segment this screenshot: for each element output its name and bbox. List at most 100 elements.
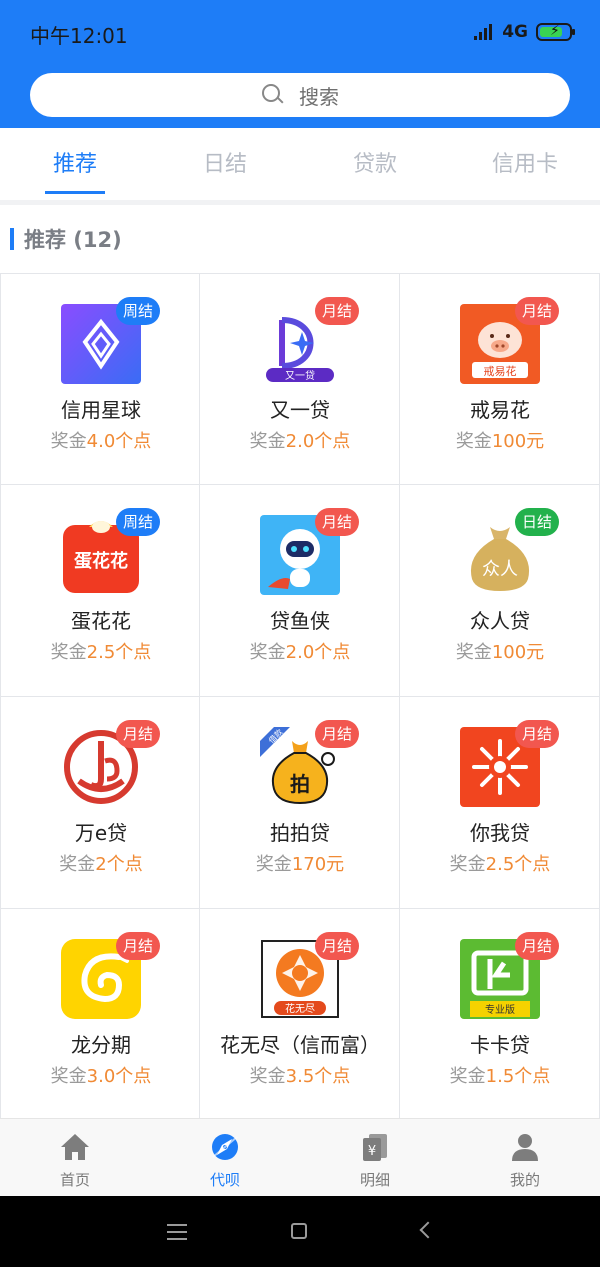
product-reward: 奖金2.5个点	[400, 850, 600, 876]
reward-value: 100元	[491, 431, 545, 452]
logo-text: 花无尽	[285, 1002, 315, 1015]
tab-daily[interactable]: 日结	[150, 146, 300, 178]
search-bar[interactable]: 搜索	[30, 73, 570, 117]
status-icons: 4G ⚡	[474, 22, 575, 42]
product-name: 你我贷	[470, 821, 530, 845]
reward-value: 2.5个点	[86, 642, 152, 663]
product-card[interactable]: 周结 信用星球 奖金4.0个点	[0, 273, 200, 485]
settlement-badge: 周结	[116, 508, 161, 536]
reward-value: 4.0个点	[86, 431, 152, 452]
reward-value: 170元	[291, 854, 345, 875]
settlement-badge: 日结	[515, 508, 560, 536]
product-card[interactable]: 借款拍 月结 拍拍贷 奖金170元	[200, 697, 400, 909]
product-name: 万e贷	[74, 821, 128, 845]
product-card[interactable]: 花无尽 月结 花无尽（信而富） 奖金3.5个点	[200, 909, 400, 1121]
nav-details[interactable]: ¥ 明细	[300, 1119, 450, 1197]
reward-label: 奖金	[249, 1066, 286, 1087]
product-reward: 奖金2.0个点	[200, 427, 400, 453]
settlement-badge: 月结	[116, 932, 161, 960]
reward-label: 奖金	[249, 431, 286, 452]
product-name: 信用星球	[61, 398, 141, 422]
reward-value: 3.5个点	[285, 1066, 351, 1087]
product-grid: 周结 信用星球 奖金4.0个点 又一贷 月结 又一贷 奖金2.0个点 戒易花 月…	[0, 273, 600, 1121]
product-reward: 奖金4.0个点	[1, 427, 201, 453]
divider	[0, 200, 600, 205]
product-card[interactable]: 蛋花花 周结 蛋花花 奖金2.5个点	[0, 485, 200, 697]
svg-text:¥: ¥	[368, 1144, 376, 1159]
product-card[interactable]: 专业版 月结 卡卡贷 奖金1.5个点	[400, 909, 600, 1121]
product-name: 花无尽（信而富）	[220, 1033, 380, 1057]
nav-label: 首页	[59, 1171, 90, 1189]
product-reward: 奖金100元	[400, 638, 600, 664]
reward-label: 奖金	[455, 431, 492, 452]
nav-label: 明细	[359, 1171, 390, 1189]
home-square-icon[interactable]	[291, 1223, 307, 1239]
product-reward: 奖金170元	[200, 850, 400, 876]
reward-label: 奖金	[449, 1066, 486, 1087]
logo-text: 众人	[482, 559, 518, 580]
reward-label: 奖金	[50, 1066, 87, 1087]
reward-label: 奖金	[59, 854, 96, 875]
reward-label: 奖金	[255, 854, 292, 875]
product-card[interactable]: 月结 万e贷 奖金2个点	[0, 697, 200, 909]
user-icon	[509, 1131, 541, 1163]
menu-icon[interactable]	[167, 1224, 187, 1240]
logo-text: 又一贷	[285, 369, 315, 382]
nav-label: 代呗	[209, 1171, 240, 1189]
nav-daibei[interactable]: 代呗	[150, 1119, 300, 1197]
network-type: 4G	[502, 22, 528, 42]
product-name: 又一贷	[270, 398, 330, 422]
logo-text: 拍	[290, 772, 310, 796]
settlement-badge: 月结	[315, 932, 360, 960]
product-name: 众人贷	[470, 609, 530, 633]
product-card[interactable]: 月结 龙分期 奖金3.0个点	[0, 909, 200, 1121]
tab-active-indicator	[45, 191, 105, 194]
back-icon[interactable]	[419, 1221, 437, 1239]
bottom-navigation: 首页 代呗 ¥ 明细 我的	[0, 1118, 600, 1196]
tab-loan[interactable]: 贷款	[300, 146, 450, 178]
reward-value: 2个点	[95, 854, 143, 875]
product-name: 龙分期	[71, 1033, 131, 1057]
tab-credit-card[interactable]: 信用卡	[450, 146, 600, 178]
reward-value: 2.0个点	[285, 431, 351, 452]
system-navigation-bar	[0, 1196, 600, 1267]
tab-recommend[interactable]: 推荐	[0, 146, 150, 178]
settlement-badge: 月结	[315, 297, 360, 325]
product-reward: 奖金2个点	[1, 850, 201, 876]
nav-mine[interactable]: 我的	[450, 1119, 600, 1197]
nav-home[interactable]: 首页	[0, 1119, 150, 1197]
search-placeholder: 搜索	[299, 84, 339, 109]
product-name: 卡卡贷	[470, 1033, 530, 1057]
product-card[interactable]: 月结 贷鱼侠 奖金2.0个点	[200, 485, 400, 697]
search-icon	[261, 83, 285, 107]
settlement-badge: 月结	[315, 508, 360, 536]
status-time: 中午12:01	[30, 24, 128, 48]
reward-value: 2.5个点	[485, 854, 551, 875]
product-card[interactable]: 又一贷 月结 又一贷 奖金2.0个点	[200, 273, 400, 485]
product-name: 贷鱼侠	[270, 609, 330, 633]
reward-label: 奖金	[50, 431, 87, 452]
compass-icon	[209, 1131, 241, 1163]
product-card[interactable]: 众人 日结 众人贷 奖金100元	[400, 485, 600, 697]
home-icon	[59, 1131, 91, 1163]
ledger-icon: ¥	[359, 1131, 391, 1163]
logo-text: 蛋花花	[74, 550, 128, 572]
settlement-badge: 月结	[515, 297, 560, 325]
header: 中午12:01 4G ⚡ 搜索	[0, 0, 600, 128]
signal-icon	[474, 24, 494, 40]
product-name: 蛋花花	[71, 609, 131, 633]
reward-label: 奖金	[50, 642, 87, 663]
settlement-badge: 月结	[116, 720, 161, 748]
category-tabs: 推荐 日结 贷款 信用卡	[0, 128, 600, 202]
status-bar: 中午12:01 4G ⚡	[0, 0, 600, 66]
nav-label: 我的	[509, 1171, 540, 1189]
product-card[interactable]: 月结 你我贷 奖金2.5个点	[400, 697, 600, 909]
section-accent-bar	[10, 228, 14, 250]
product-card[interactable]: 戒易花 月结 戒易花 奖金100元	[400, 273, 600, 485]
product-reward: 奖金100元	[400, 427, 600, 453]
logo-text: 专业版	[485, 1003, 515, 1016]
section-title: 推荐 (12)	[24, 228, 122, 252]
product-reward: 奖金3.0个点	[1, 1062, 201, 1088]
reward-label: 奖金	[449, 854, 486, 875]
settlement-badge: 月结	[515, 720, 560, 748]
